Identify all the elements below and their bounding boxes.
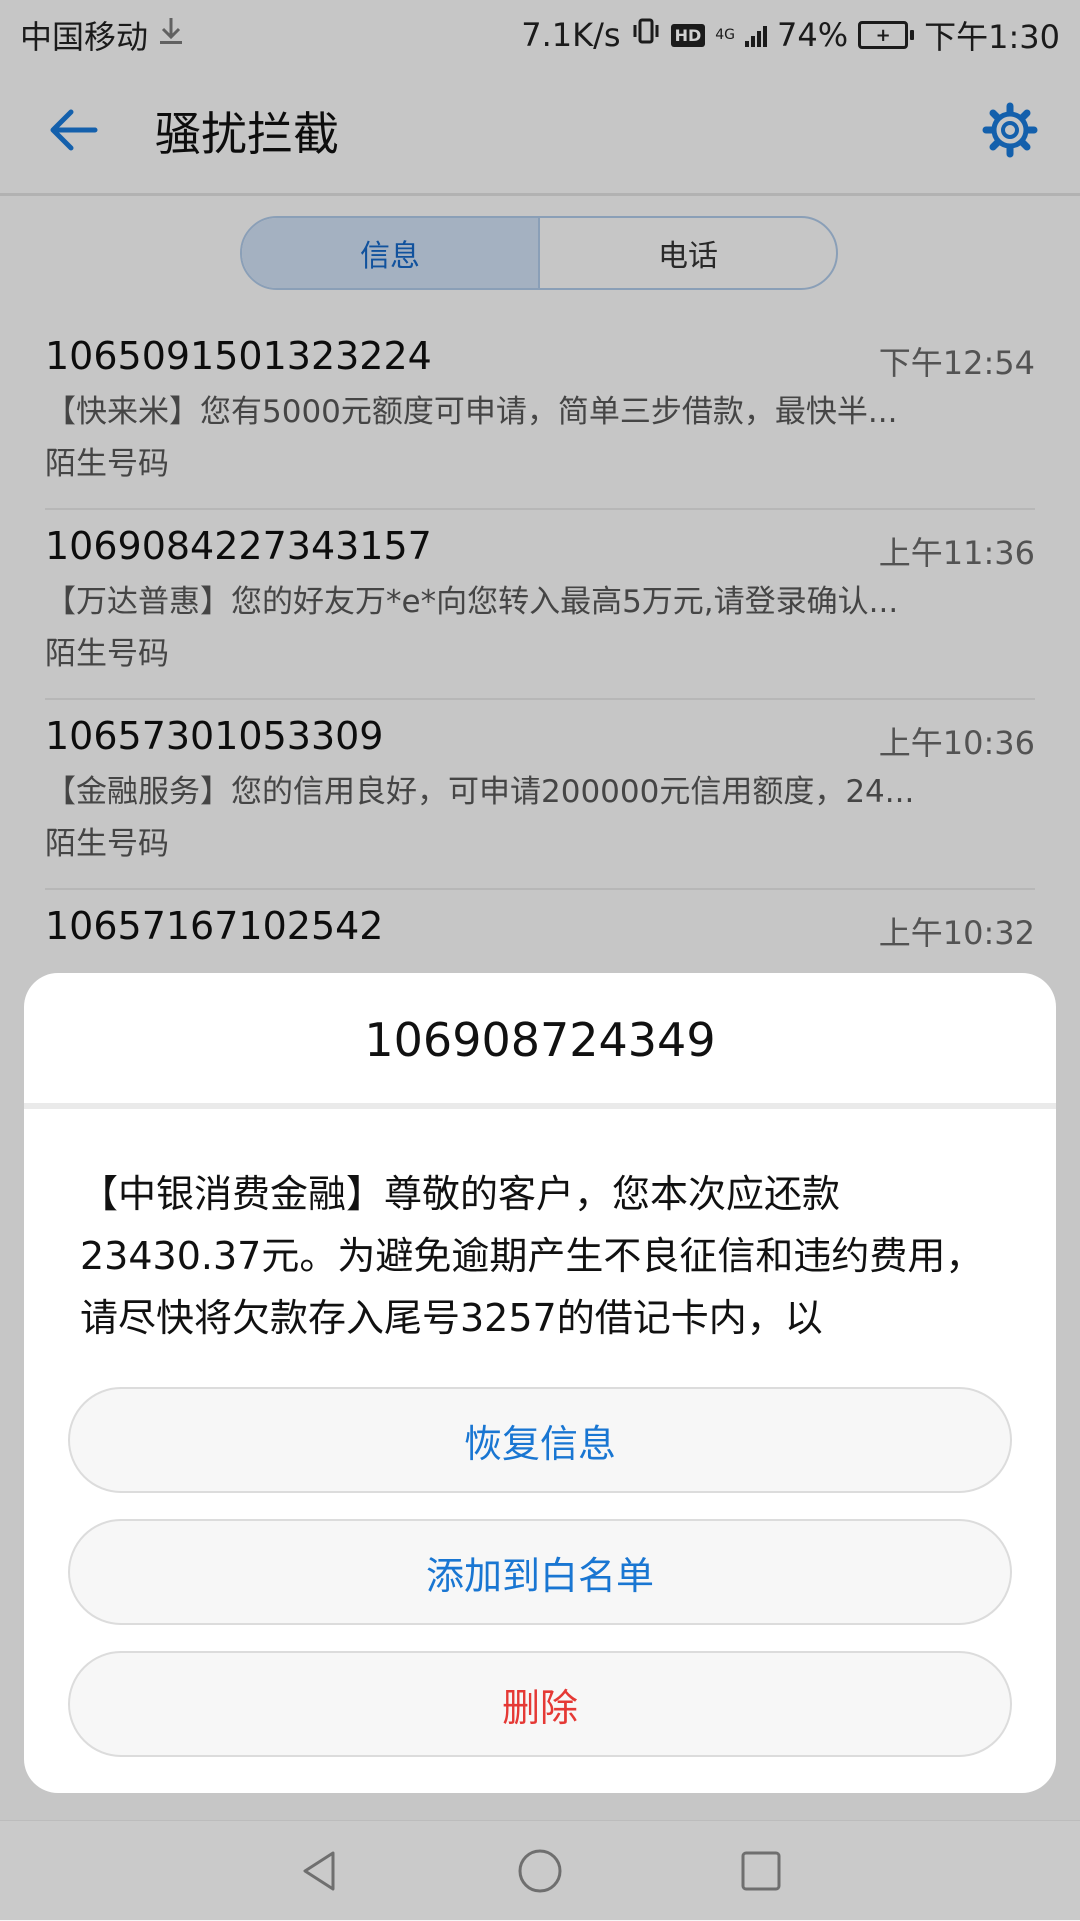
restore-message-button[interactable]: 恢复信息 bbox=[68, 1387, 1012, 1493]
dialog-title: 106908724349 bbox=[364, 1013, 716, 1067]
add-to-whitelist-button[interactable]: 添加到白名单 bbox=[68, 1519, 1012, 1625]
dialog-divider bbox=[24, 1103, 1056, 1109]
screen: 中国移动 7.1K/s HD 4G 74% + 下午1:30 骚扰拦截 信息 电… bbox=[0, 0, 1080, 1921]
dialog-message-body: 【中银消费金融】尊敬的客户，您本次应还款23430.37元。为避免逾期产生不良征… bbox=[80, 1172, 984, 1340]
message-action-dialog: 106908724349 【中银消费金融】尊敬的客户，您本次应还款23430.3… bbox=[24, 973, 1056, 1793]
delete-button[interactable]: 删除 bbox=[68, 1651, 1012, 1757]
